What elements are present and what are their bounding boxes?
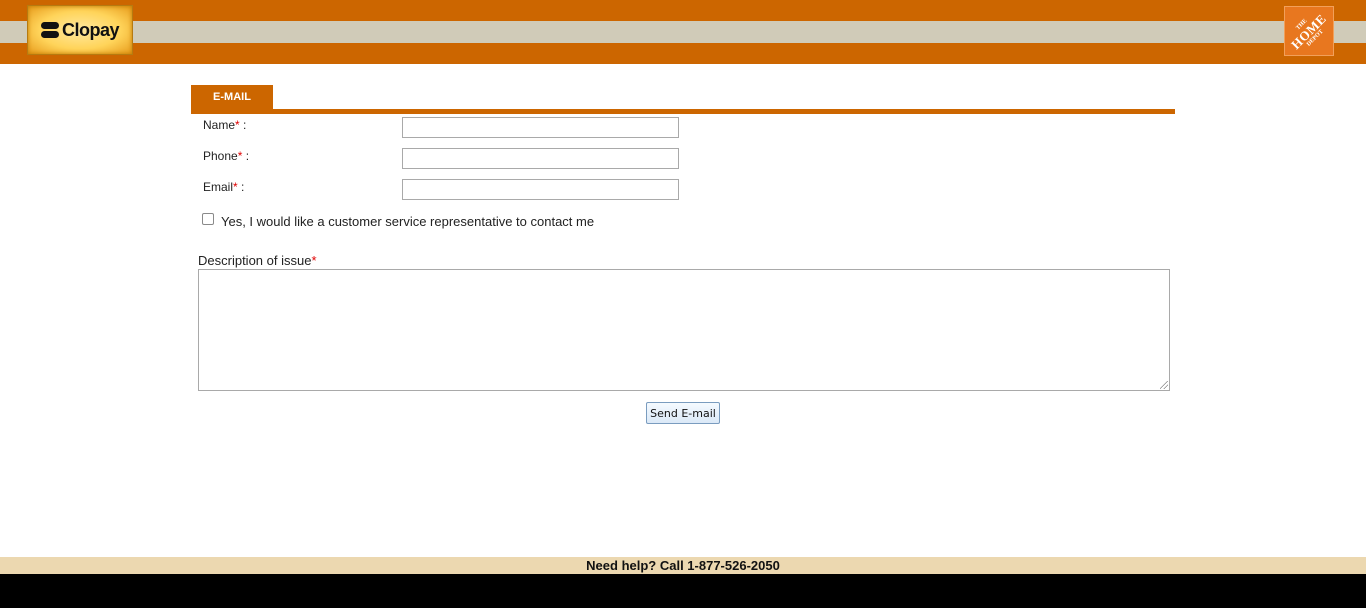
footer-black-bar [0, 574, 1366, 608]
email-label-text: Email [203, 180, 234, 194]
name-label-text: Name [203, 118, 236, 132]
name-field[interactable] [402, 117, 679, 138]
contact-checkbox[interactable] [202, 213, 214, 225]
header-stripe [0, 21, 1366, 43]
name-label: Name* : [203, 118, 246, 132]
email-label: Email* : [203, 180, 244, 194]
description-label: Description of issue* [198, 253, 317, 268]
contact-checkbox-label[interactable]: Yes, I would like a customer service rep… [221, 214, 594, 229]
clopay-logo-text: Clopay [61, 19, 120, 40]
label-suffix: : [239, 118, 247, 132]
help-text: Need help? Call 1-877-526-2050 [586, 558, 780, 573]
label-suffix: : [237, 180, 245, 194]
phone-label: Phone* : [203, 149, 249, 163]
home-depot-logo-text: THE HOME DEPOT [1285, 7, 1333, 55]
required-marker: * [311, 253, 317, 268]
label-suffix: : [242, 149, 250, 163]
clopay-logo[interactable]: Clopay [27, 5, 133, 55]
phone-field[interactable] [402, 148, 679, 169]
help-footer: Need help? Call 1-877-526-2050 [0, 557, 1366, 574]
tab-underline [191, 109, 1175, 114]
description-textarea[interactable] [198, 269, 1170, 391]
resize-handle-icon[interactable] [1160, 381, 1168, 389]
clopay-mark-icon [40, 22, 59, 38]
home-depot-logo[interactable]: THE HOME DEPOT [1284, 6, 1334, 56]
phone-label-text: Phone [203, 149, 238, 163]
email-field[interactable] [402, 179, 679, 200]
tab-email[interactable]: E-MAIL [191, 85, 273, 109]
send-email-button[interactable]: Send E-mail [646, 402, 720, 424]
site-header [0, 0, 1366, 64]
description-label-text: Description of issue [198, 253, 312, 268]
